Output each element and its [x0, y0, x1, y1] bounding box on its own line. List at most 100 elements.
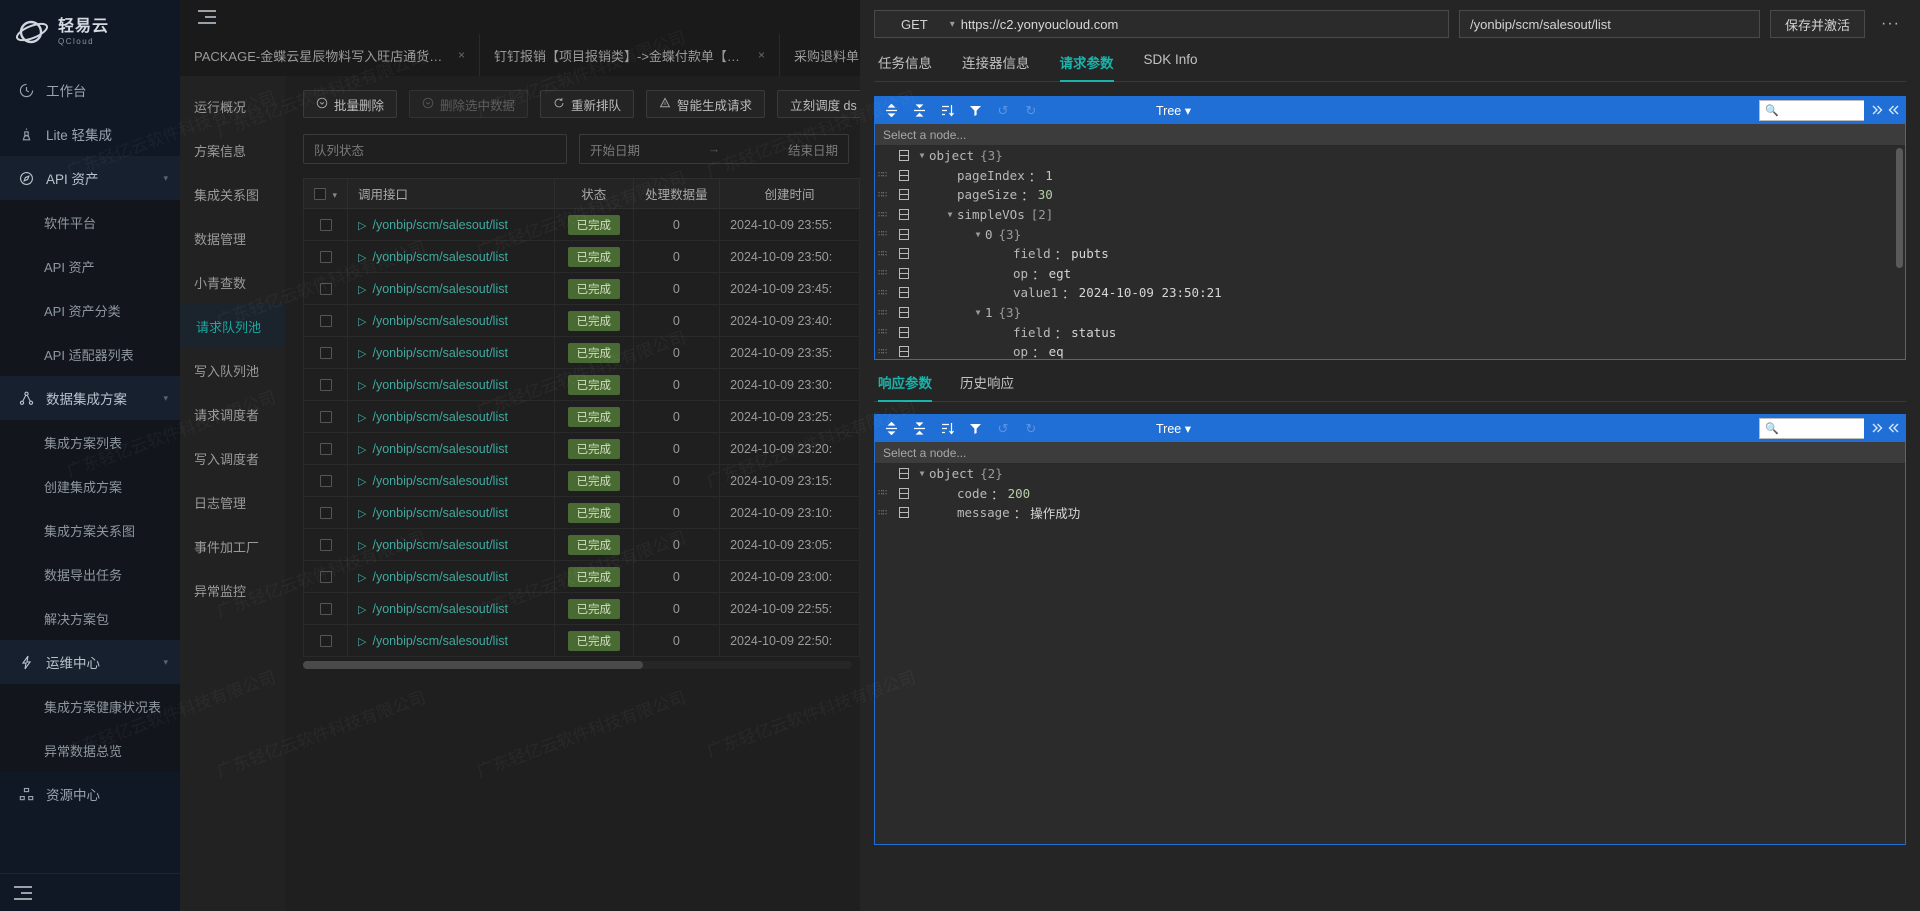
play-icon[interactable]: ▷	[358, 444, 366, 456]
json-mode-select[interactable]: Tree ▾	[1156, 421, 1191, 436]
node-menu-icon[interactable]	[899, 209, 909, 221]
table-row[interactable]: ▷ /yonbip/scm/salesout/list 已完成 0 2024-10-09…	[302, 464, 860, 497]
select-all-checkbox[interactable]	[314, 188, 326, 201]
drag-handle-icon[interactable]: ∷∷	[875, 190, 889, 200]
json-value[interactable]: eq	[1049, 344, 1064, 359]
more-options-icon[interactable]: ···	[1875, 15, 1906, 33]
filter-icon[interactable]	[967, 421, 983, 437]
http-method[interactable]: GET	[875, 17, 950, 32]
json-row-6[interactable]: ∷∷ op： egt	[875, 264, 1905, 284]
drag-handle-icon[interactable]: ∷∷	[875, 347, 889, 357]
document-tab-0[interactable]: PACKAGE-金蝶云星辰物料写入旺店通货品档案 ×	[180, 34, 480, 76]
close-icon[interactable]: ×	[458, 48, 465, 62]
request-json-scrollbar[interactable]	[1896, 148, 1903, 268]
node-menu-icon[interactable]	[899, 487, 909, 499]
expand-toggle-icon[interactable]: ▼	[971, 308, 985, 317]
row-checkbox[interactable]	[319, 219, 332, 232]
row-checkbox[interactable]	[319, 539, 332, 552]
json-value[interactable]: 200	[1008, 486, 1031, 501]
node-menu-icon[interactable]	[899, 507, 909, 519]
node-menu-icon[interactable]	[899, 169, 909, 181]
collapse-all-icon[interactable]	[911, 103, 927, 119]
row-select-cell[interactable]	[302, 368, 349, 401]
row-select-cell[interactable]	[302, 336, 349, 369]
sort-icon[interactable]	[939, 103, 955, 119]
subnav-item-8[interactable]: 写入调度者	[180, 436, 285, 480]
table-row[interactable]: ▷ /yonbip/scm/salesout/list 已完成 0 2024-10-09…	[302, 368, 860, 401]
chevron-down-icon[interactable]: ▾	[163, 657, 168, 668]
play-icon[interactable]: ▷	[358, 540, 366, 552]
chevron-down-icon[interactable]: ▾	[163, 173, 168, 184]
row-select-cell[interactable]	[302, 560, 349, 593]
play-icon[interactable]: ▷	[358, 604, 366, 616]
json-value[interactable]: status	[1071, 325, 1116, 340]
sidebar-item-4-1[interactable]: 异常数据总览	[0, 728, 180, 772]
subnav-item-5[interactable]: 请求队列池	[180, 304, 285, 348]
sidebar-item-2-3[interactable]: API 适配器列表	[0, 332, 180, 376]
date-range-picker[interactable]: 开始日期 → 结束日期	[579, 134, 849, 164]
drag-handle-icon[interactable]: ∷∷	[875, 170, 889, 180]
toolbar-button-3[interactable]: 智能生成请求	[646, 90, 766, 118]
row-checkbox[interactable]	[319, 603, 332, 616]
json-mode-select[interactable]: Tree ▾	[1156, 103, 1191, 118]
table-row[interactable]: ▷ /yonbip/scm/salesout/list 已完成 0 2024-10-09…	[302, 304, 860, 337]
horizontal-scrollbar[interactable]	[303, 661, 852, 669]
toolbar-button-0[interactable]: 批量删除	[303, 90, 398, 118]
json-value[interactable]: egt	[1049, 266, 1072, 281]
sort-icon[interactable]	[939, 421, 955, 437]
queue-status-select[interactable]: 队列状态	[303, 134, 567, 164]
json-row-1[interactable]: ∷∷ code： 200	[875, 484, 1905, 504]
sidebar-item-3-2[interactable]: 集成方案关系图	[0, 508, 180, 552]
method-host-field[interactable]: GET ▾ https://c2.yonyoucloud.com	[874, 10, 1449, 38]
row-select-cell[interactable]	[302, 496, 349, 529]
json-search-nav[interactable]	[1864, 418, 1906, 439]
json-value[interactable]: 操作成功	[1030, 503, 1080, 522]
sidebar-item-2-1[interactable]: API 资产	[0, 244, 180, 288]
subnav-item-11[interactable]: 异常监控	[180, 568, 285, 612]
expand-all-icon[interactable]	[883, 421, 899, 437]
row-api-cell[interactable]: ▷ /yonbip/scm/salesout/list	[347, 560, 555, 593]
redo-icon[interactable]: ↻	[1023, 103, 1039, 119]
json-row-4[interactable]: ∷∷ ▼ 0 {3}	[875, 224, 1905, 244]
chevron-down-icon[interactable]: ▾	[332, 190, 337, 200]
json-row-0[interactable]: ▼ object {2}	[875, 464, 1905, 484]
row-checkbox[interactable]	[319, 635, 332, 648]
expand-all-icon[interactable]	[883, 103, 899, 119]
sidebar-group-2[interactable]: API 资产 ▾	[0, 156, 180, 200]
row-select-cell[interactable]	[302, 528, 349, 561]
subnav-item-6[interactable]: 写入队列池	[180, 348, 285, 392]
sidebar-item-3-3[interactable]: 数据导出任务	[0, 552, 180, 596]
row-select-cell[interactable]	[302, 304, 349, 337]
row-api-cell[interactable]: ▷ /yonbip/scm/salesout/list	[347, 496, 555, 529]
play-icon[interactable]: ▷	[358, 284, 366, 296]
row-select-cell[interactable]	[302, 464, 349, 497]
json-value[interactable]: {3}	[980, 148, 1003, 163]
row-select-cell[interactable]	[302, 400, 349, 433]
sidebar-item-4-0[interactable]: 集成方案健康状况表	[0, 684, 180, 728]
table-row[interactable]: ▷ /yonbip/scm/salesout/list 已完成 0 2024-10-09…	[302, 560, 860, 593]
table-row[interactable]: ▷ /yonbip/scm/salesout/list 已完成 0 2024-10-09…	[302, 592, 860, 625]
menu-toggle-icon[interactable]	[198, 10, 216, 24]
response-tab-0[interactable]: 响应参数	[878, 372, 932, 402]
json-value[interactable]: {2}	[980, 466, 1003, 481]
json-value[interactable]: 30	[1038, 187, 1053, 202]
sidebar-item-3-1[interactable]: 创建集成方案	[0, 464, 180, 508]
subnav-item-3[interactable]: 数据管理	[180, 216, 285, 260]
json-row-7[interactable]: ∷∷ value1： 2024-10-09 23:50:21	[875, 283, 1905, 303]
node-menu-icon[interactable]	[899, 150, 909, 162]
sidebar-collapse-button[interactable]	[0, 873, 180, 911]
chevron-down-icon[interactable]: ▾	[163, 393, 168, 404]
play-icon[interactable]: ▷	[358, 508, 366, 520]
json-row-1[interactable]: ∷∷ pageIndex： 1	[875, 166, 1905, 186]
row-api-cell[interactable]: ▷ /yonbip/scm/salesout/list	[347, 432, 555, 465]
expand-toggle-icon[interactable]: ▼	[915, 469, 929, 478]
row-checkbox[interactable]	[319, 379, 332, 392]
request-tab-1[interactable]: 连接器信息	[962, 52, 1030, 82]
row-checkbox[interactable]	[319, 475, 332, 488]
request-json-body[interactable]: ▼ object {3} ∷∷ pageIndex： 1 ∷∷ pageSize： 30 ∷∷ ▼…	[875, 146, 1905, 359]
sidebar-group-0[interactable]: 工作台	[0, 68, 180, 112]
row-checkbox[interactable]	[319, 443, 332, 456]
filter-icon[interactable]	[967, 103, 983, 119]
response-tab-1[interactable]: 历史响应	[960, 372, 1014, 402]
json-value[interactable]: {3}	[999, 227, 1022, 242]
